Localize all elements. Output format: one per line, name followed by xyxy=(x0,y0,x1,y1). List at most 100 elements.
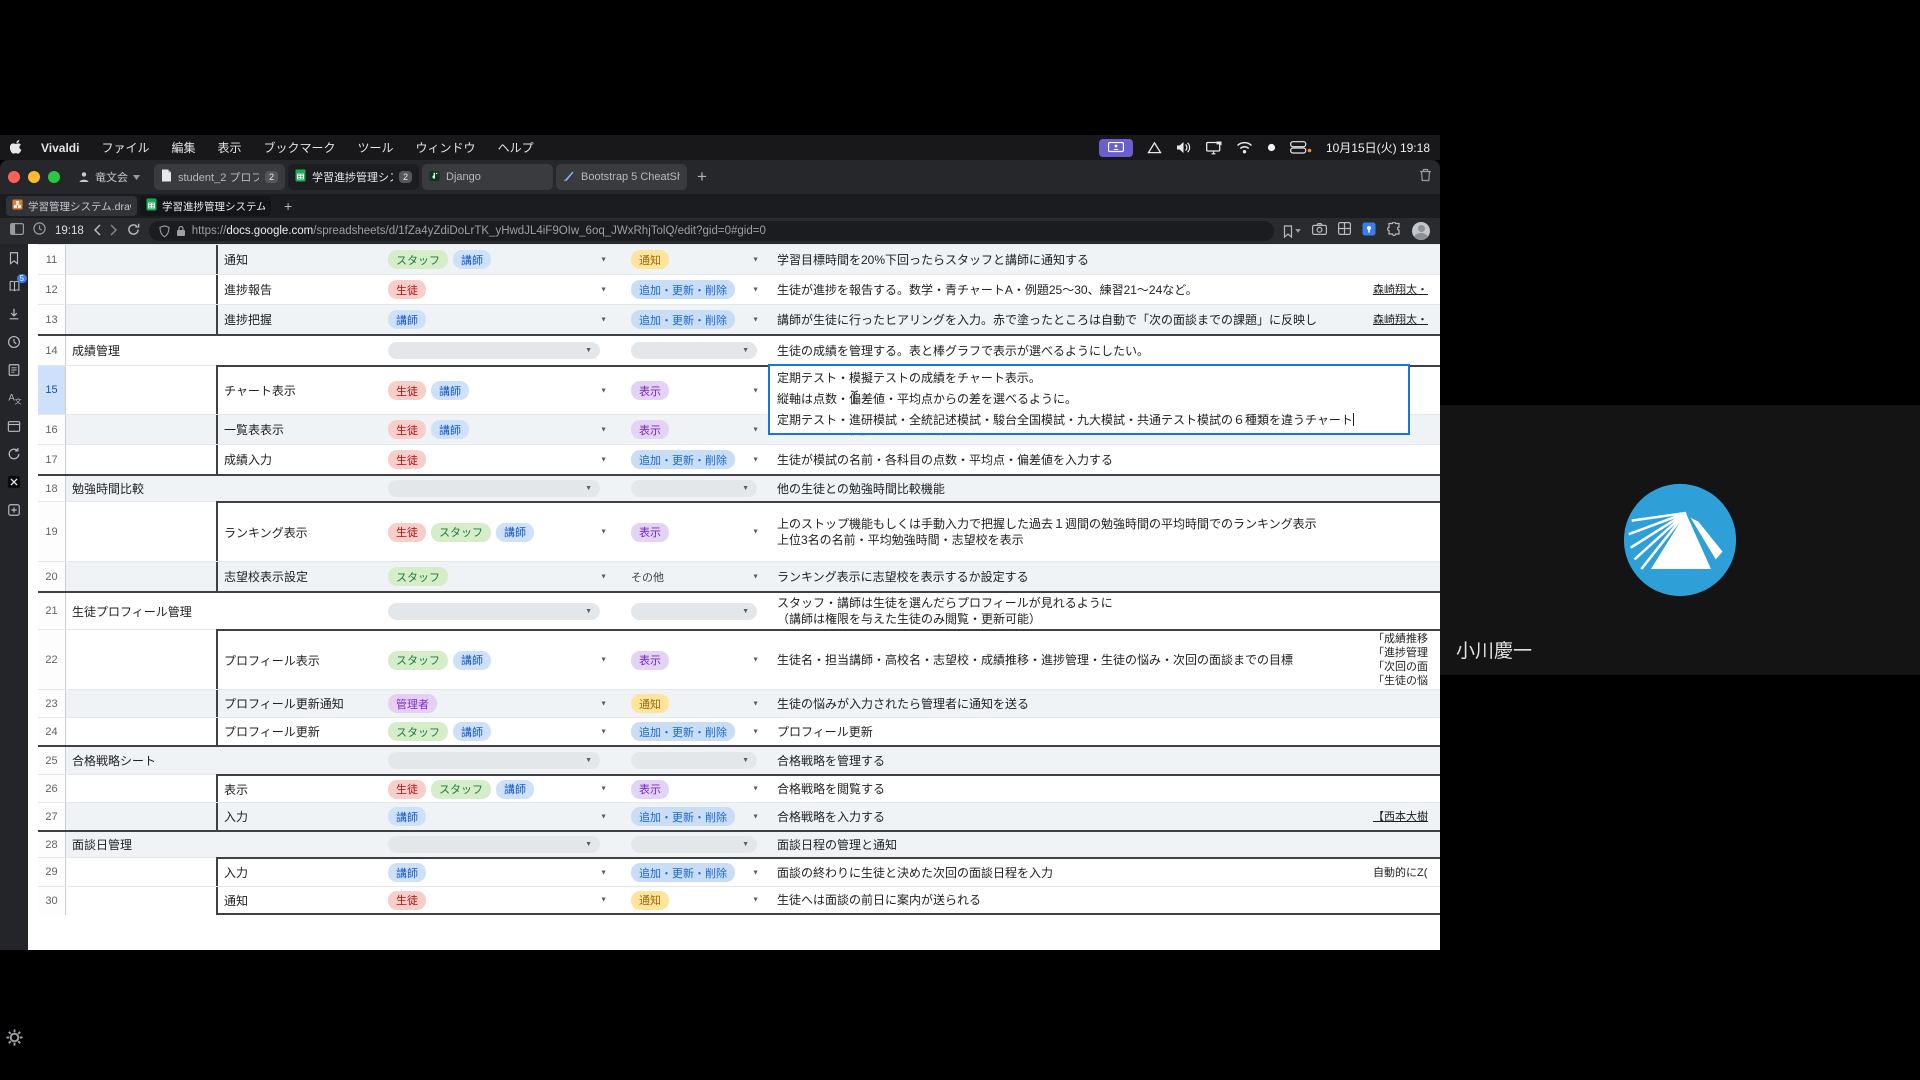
row-header[interactable]: 14 xyxy=(38,336,66,365)
role-chip[interactable]: 講師 xyxy=(496,523,534,542)
feature-name-cell[interactable]: 入力 xyxy=(218,859,375,886)
window-zoom-button[interactable] xyxy=(48,171,60,183)
dropdown-arrow-icon[interactable]: ▼ xyxy=(752,316,759,323)
triangle-status-icon[interactable] xyxy=(1147,141,1162,154)
permission-chip[interactable]: その他 xyxy=(631,567,672,586)
dropdown-arrow-icon[interactable]: ▼ xyxy=(600,529,607,536)
dropdown-arrow-icon[interactable]: ▼ xyxy=(752,657,759,664)
note-cell[interactable] xyxy=(1373,887,1440,913)
roles-dropdown-cell[interactable]: 生徒▼ xyxy=(375,445,616,474)
roles-dropdown-cell[interactable]: ▼ xyxy=(375,747,616,774)
dropdown-arrow-icon[interactable]: ▼ xyxy=(752,786,759,793)
dropdown-arrow-icon[interactable]: ▼ xyxy=(752,387,759,394)
volume-icon[interactable] xyxy=(1176,141,1192,154)
module-name-cell[interactable] xyxy=(66,718,218,745)
dropdown-arrow-icon[interactable]: ▼ xyxy=(600,869,607,876)
empty-dropdown-chip[interactable]: ▼ xyxy=(388,836,600,853)
row-header[interactable]: 27 xyxy=(38,803,66,830)
permission-dropdown-cell[interactable]: 追加・更新・削除▼ xyxy=(616,803,768,830)
feature-name-cell[interactable]: 進捗報告 xyxy=(218,275,375,304)
panel-add-icon[interactable] xyxy=(0,496,28,524)
permission-chip[interactable]: 表示 xyxy=(631,420,669,439)
description-cell[interactable]: 生徒の悩みが入力されたら管理者に通知を送る xyxy=(768,690,1373,717)
dropdown-arrow-icon[interactable]: ▼ xyxy=(752,813,759,820)
menubar-item[interactable]: 編集 xyxy=(171,141,195,155)
permission-dropdown-cell[interactable]: 通知▼ xyxy=(616,887,768,913)
settings-gear-icon[interactable] xyxy=(5,1028,24,1052)
description-cell[interactable]: 他の生徒との勉強時間比較機能 xyxy=(768,476,1373,501)
browser-tab[interactable]: student_2 プロフィー/2 xyxy=(154,164,285,190)
row-header[interactable]: 19 xyxy=(38,502,66,561)
permission-chip[interactable]: 追加・更新・削除 xyxy=(631,450,735,469)
roles-dropdown-cell[interactable]: 生徒スタッフ講師 ▼ xyxy=(375,503,616,561)
dropdown-arrow-icon[interactable]: ▼ xyxy=(600,897,607,904)
capture-camera-icon[interactable] xyxy=(1312,222,1327,240)
role-chip[interactable]: スタッフ xyxy=(431,523,491,542)
permission-dropdown-cell[interactable]: 表示▼ xyxy=(616,503,768,561)
permission-dropdown-cell[interactable]: 通知▼ xyxy=(616,245,768,274)
note-cell[interactable] xyxy=(1373,747,1440,774)
dropdown-arrow-icon[interactable]: ▼ xyxy=(600,573,607,580)
module-name-cell[interactable] xyxy=(66,858,218,886)
note-cell[interactable]: 森崎翔太・ xyxy=(1373,305,1440,334)
dropdown-arrow-icon[interactable]: ▼ xyxy=(752,869,759,876)
role-chip[interactable]: スタッフ xyxy=(388,722,448,741)
menubar-item[interactable]: Vivaldi xyxy=(41,141,79,155)
role-chip[interactable]: 管理者 xyxy=(388,694,437,713)
roles-dropdown-cell[interactable]: ▼ xyxy=(375,832,616,857)
panel-x-social-icon[interactable] xyxy=(0,468,28,496)
feature-name-cell[interactable] xyxy=(218,476,375,501)
dropdown-arrow-icon[interactable]: ▼ xyxy=(752,573,759,580)
panel-notes-icon[interactable] xyxy=(0,356,28,384)
description-cell[interactable]: 学習目標時間を20%下回ったらスタッフと講師に通知する xyxy=(768,245,1373,274)
empty-dropdown-chip[interactable]: ▼ xyxy=(631,480,757,497)
permission-dropdown-cell[interactable]: ▼ xyxy=(616,747,768,774)
note-cell[interactable] xyxy=(1373,336,1440,365)
participant-video-tile[interactable]: 小川慶一 xyxy=(1440,405,1920,675)
empty-dropdown-chip[interactable]: ▼ xyxy=(631,342,757,359)
role-chip[interactable]: 生徒 xyxy=(388,280,426,299)
description-cell[interactable]: 生徒が進捗を報告する。数学・青チャートA・例題25〜30、練習21〜24など。 xyxy=(768,275,1373,304)
browser-profile-button[interactable]: 竜文会 xyxy=(78,169,140,185)
description-cell[interactable]: 合格戦略を入力する xyxy=(768,803,1373,830)
roles-dropdown-cell[interactable]: ▼ xyxy=(375,336,616,365)
window-close-button[interactable] xyxy=(8,171,20,183)
feature-name-cell[interactable]: ランキング表示 xyxy=(218,503,375,561)
roles-dropdown-cell[interactable]: 生徒講師▼ xyxy=(375,367,616,414)
row-header[interactable]: 26 xyxy=(38,775,66,802)
roles-dropdown-cell[interactable]: スタッフ講師▼ xyxy=(375,245,616,274)
panel-bookmarks-icon[interactable] xyxy=(0,244,28,272)
permission-dropdown-cell[interactable]: 表示▼ xyxy=(616,776,768,802)
row-header[interactable]: 11 xyxy=(38,245,66,274)
note-cell[interactable] xyxy=(1373,593,1440,629)
browser-tab[interactable]: Bootstrap 5 CheatSheet B xyxy=(556,164,687,190)
note-cell[interactable] xyxy=(1373,245,1440,274)
note-cell[interactable] xyxy=(1373,562,1440,591)
module-name-cell[interactable] xyxy=(66,562,218,591)
permission-chip[interactable]: 追加・更新・削除 xyxy=(631,280,735,299)
roles-dropdown-cell[interactable]: 生徒▼ xyxy=(375,275,616,304)
feature-name-cell[interactable] xyxy=(218,336,375,365)
menubar-item[interactable]: ヘルプ xyxy=(498,141,534,155)
module-name-cell[interactable] xyxy=(66,415,218,444)
permission-dropdown-cell[interactable]: ▼ xyxy=(616,832,768,857)
permission-chip[interactable]: 通知 xyxy=(631,891,669,910)
menubar-item[interactable]: ファイル xyxy=(101,141,149,155)
menubar-item[interactable]: ツール xyxy=(358,141,394,155)
window-minimize-button[interactable] xyxy=(28,171,40,183)
feature-name-cell[interactable]: プロフィール更新通知 xyxy=(218,690,375,717)
module-name-cell[interactable]: 生徒プロフィール管理 xyxy=(66,593,218,629)
description-cell[interactable]: 生徒へは面談の前日に案内が送られる xyxy=(768,887,1373,913)
note-cell[interactable] xyxy=(1373,718,1440,745)
dropdown-arrow-icon[interactable]: ▼ xyxy=(752,456,759,463)
module-name-cell[interactable] xyxy=(66,775,218,802)
role-chip[interactable]: 生徒 xyxy=(388,523,426,542)
roles-dropdown-cell[interactable]: スタッフ講師▼ xyxy=(375,631,616,689)
feature-name-cell[interactable]: プロフィール更新 xyxy=(218,718,375,745)
dropdown-arrow-icon[interactable]: ▼ xyxy=(752,728,759,735)
closed-tabs-trash-icon[interactable] xyxy=(1419,168,1432,187)
dropdown-arrow-icon[interactable]: ▼ xyxy=(600,426,607,433)
panel-reading-list-icon[interactable]: 5 xyxy=(0,272,28,300)
note-cell[interactable]: 【西本大樹 xyxy=(1373,803,1440,830)
extensions-puzzle-icon[interactable] xyxy=(1387,222,1401,241)
